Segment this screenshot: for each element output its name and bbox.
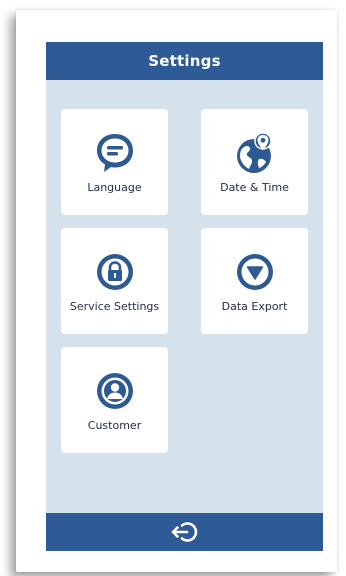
back-icon[interactable] (171, 520, 199, 544)
date-time-tile[interactable]: Date & Time (201, 109, 308, 215)
user-icon (96, 373, 133, 409)
data-export-label: Data Export (221, 300, 288, 313)
globe-pin-icon (236, 132, 272, 173)
download-arrow-icon (236, 254, 273, 290)
title-bar: Settings (46, 42, 323, 80)
customer-label: Customer (87, 419, 142, 432)
lock-icon (96, 254, 133, 290)
page: Settings Language Date & Time Service Se… (0, 0, 346, 576)
page-title: Settings (148, 52, 221, 70)
service-settings-label: Service Settings (69, 300, 160, 313)
service-settings-tile[interactable]: Service Settings (61, 228, 168, 334)
bottom-bar (46, 513, 323, 551)
speech-bubble-icon (96, 134, 133, 172)
data-export-tile[interactable]: Data Export (201, 228, 308, 334)
language-tile[interactable]: Language (61, 109, 168, 215)
date-time-label: Date & Time (220, 181, 289, 194)
language-label: Language (87, 181, 142, 194)
settings-screen: Settings Language Date & Time Service Se… (46, 42, 323, 551)
customer-tile[interactable]: Customer (61, 347, 168, 453)
